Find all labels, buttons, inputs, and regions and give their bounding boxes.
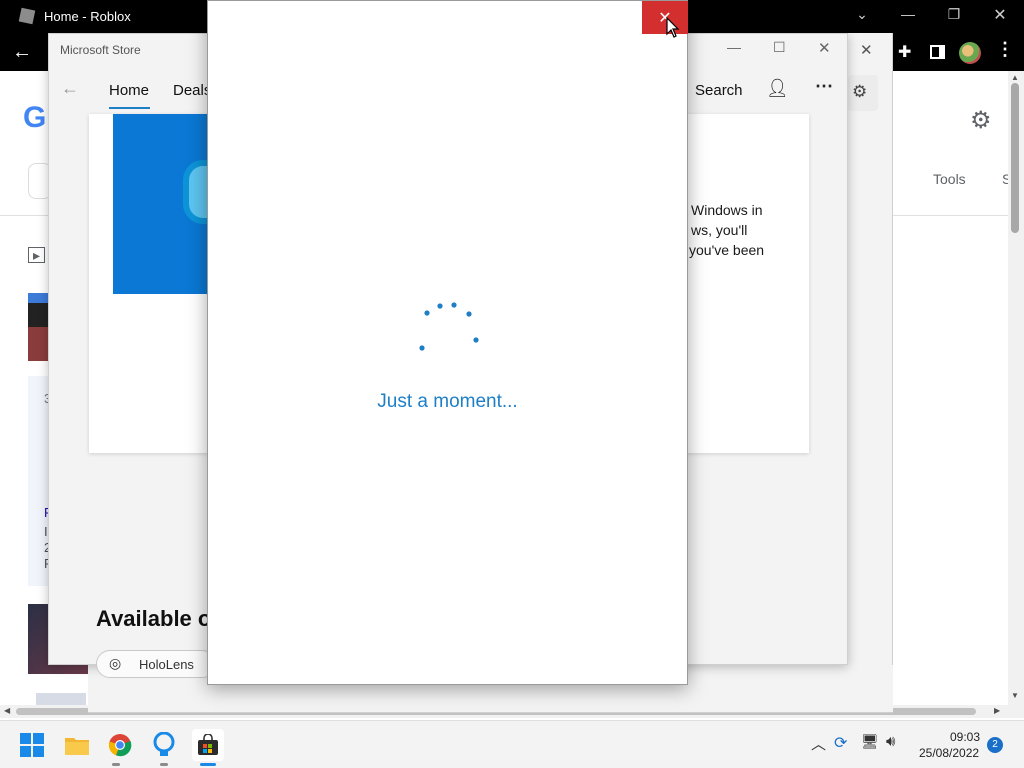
clock-time[interactable]: 09:03 xyxy=(950,730,980,744)
store-search-button[interactable]: Search xyxy=(695,82,743,99)
store-window-title: Microsoft Store xyxy=(60,43,141,57)
account-icon[interactable]: 👤︎ xyxy=(766,78,789,99)
tab-deals[interactable]: Deals xyxy=(173,82,211,99)
network-icon[interactable]: 🖥︎ xyxy=(861,733,879,750)
lightbulb-icon xyxy=(153,732,175,756)
tools-link[interactable]: Tools xyxy=(933,171,966,187)
description-line-3: you've been xyxy=(689,242,765,258)
tips-app-button[interactable] xyxy=(148,729,180,761)
store-active-indicator xyxy=(200,763,216,766)
loading-dialog: ✕ Just a moment... xyxy=(207,0,688,685)
settings-gear-icon[interactable]: ⚙ xyxy=(970,106,992,135)
store-more-icon[interactable]: ⋯ xyxy=(815,76,833,97)
tab-home[interactable]: Home xyxy=(109,82,149,99)
notification-count: 2 xyxy=(992,739,998,750)
tab-home-underline xyxy=(109,107,150,109)
store-minimize-icon[interactable]: — xyxy=(727,39,741,55)
scroll-up-icon[interactable]: ▲ xyxy=(1011,73,1019,82)
outer-settings-icon[interactable]: ⚙ xyxy=(852,82,867,102)
sidepanel-icon[interactable] xyxy=(930,45,945,59)
chrome-taskbar-button[interactable] xyxy=(104,729,136,761)
file-explorer-button[interactable] xyxy=(61,729,93,761)
start-button[interactable] xyxy=(16,729,48,761)
folder-icon xyxy=(65,738,89,755)
dialog-close-button[interactable]: ✕ xyxy=(642,1,688,34)
scroll-down-icon[interactable]: ▼ xyxy=(1011,691,1019,700)
windows-taskbar: ︿ ⟳ 🖥︎ 🔊︎ 09:03 25/08/2022 2 xyxy=(0,720,1024,768)
thumbnail-game-2[interactable] xyxy=(36,693,86,705)
scroll-left-icon[interactable]: ◀ xyxy=(4,706,10,715)
scroll-right-icon[interactable]: ▶ xyxy=(994,706,1000,715)
chrome-running-indicator xyxy=(112,763,120,766)
store-outer-frame: ✕ ⚙ xyxy=(848,33,893,713)
store-taskbar-button[interactable] xyxy=(192,729,224,761)
description-line-1: Windows in xyxy=(691,202,763,218)
window-close-icon[interactable]: ✕ xyxy=(990,5,1010,25)
hololens-chip[interactable]: ◎ HoloLens xyxy=(96,650,216,678)
google-logo[interactable]: G xyxy=(23,101,46,135)
roblox-favicon-icon xyxy=(18,7,36,25)
mouse-cursor-icon xyxy=(666,17,680,38)
windows-logo-icon xyxy=(20,733,44,757)
vertical-scrollbar[interactable]: ▲ ▼ xyxy=(1008,71,1024,705)
sync-icon[interactable]: ⟳ xyxy=(834,733,847,753)
hololens-label: HoloLens xyxy=(139,657,194,672)
back-arrow-icon[interactable]: ← xyxy=(12,41,32,64)
dialog-titlebar xyxy=(208,1,687,34)
store-bag-icon xyxy=(198,734,218,755)
store-maximize-icon[interactable]: ☐ xyxy=(773,39,786,56)
window-minimize-icon[interactable]: — xyxy=(898,6,918,22)
chrome-menu-icon[interactable]: ⋮ xyxy=(996,39,1014,60)
outer-close-icon[interactable]: ✕ xyxy=(860,41,873,59)
available-on-heading: Available o xyxy=(96,606,212,631)
thumbnail-roblox[interactable] xyxy=(28,293,48,361)
chrome-tab-title[interactable]: Home - Roblox xyxy=(44,9,131,24)
vertical-scroll-thumb[interactable] xyxy=(1011,83,1019,233)
loading-spinner-icon xyxy=(419,302,479,351)
store-back-icon[interactable]: ← xyxy=(61,78,79,99)
tips-running-indicator xyxy=(160,763,168,766)
chrome-icon xyxy=(108,734,132,757)
store-close-icon[interactable]: ✕ xyxy=(818,39,831,57)
loading-message: Just a moment... xyxy=(377,391,518,412)
description-line-2: ws, you'll xyxy=(691,222,748,238)
clock-date[interactable]: 25/08/2022 xyxy=(919,746,979,760)
volume-icon[interactable]: 🔊︎ xyxy=(886,733,895,750)
hololens-icon: ◎ xyxy=(109,655,122,671)
extensions-puzzle-icon[interactable]: ✚ xyxy=(898,42,911,62)
notification-badge[interactable]: 2 xyxy=(987,737,1003,753)
tab-search-chevron-icon[interactable]: ⌄ xyxy=(852,6,872,23)
profile-avatar[interactable] xyxy=(959,42,981,64)
tray-chevron-icon[interactable]: ︿ xyxy=(811,733,826,754)
window-restore-icon[interactable]: ❐ xyxy=(944,6,964,23)
video-icon: ▸ xyxy=(28,247,45,263)
